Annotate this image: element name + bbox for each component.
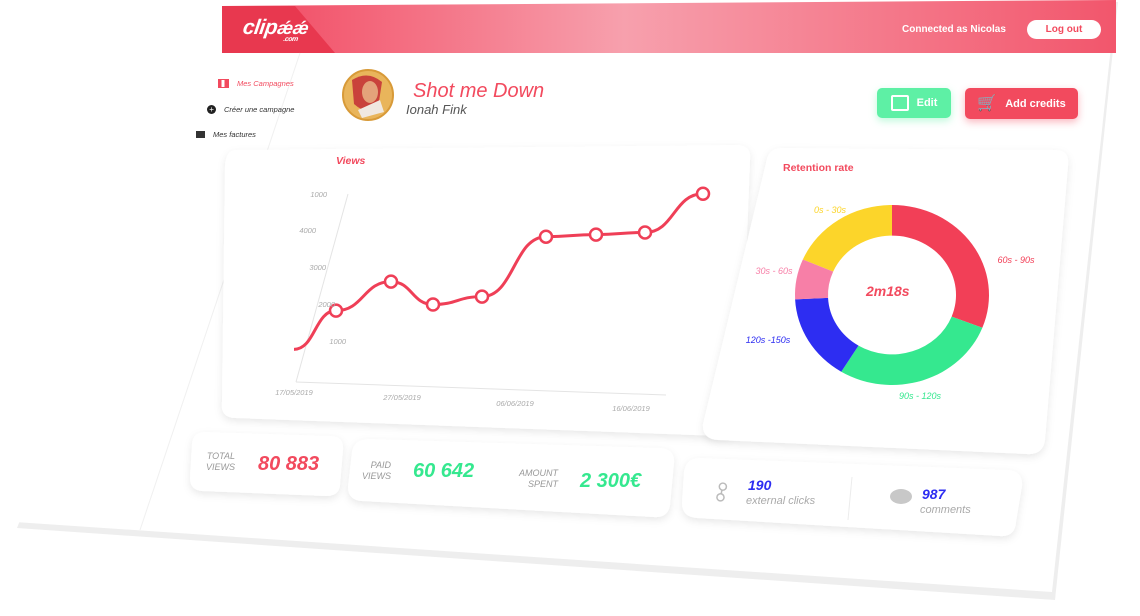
sidebar-item-factures[interactable]: Mes factures	[196, 130, 256, 139]
total-views-label: TOTAL VIEWS	[206, 451, 236, 472]
views-data-point[interactable]	[538, 229, 554, 244]
cart-icon: 🛒	[977, 94, 998, 112]
retention-slice-label: 0s - 30s	[814, 205, 847, 215]
campaign-artist: Ionah Fink	[406, 102, 467, 117]
sidebar-item-label: Créer une campagne	[224, 105, 295, 114]
retention-slice-label: 120s -150s	[746, 335, 791, 345]
sidebar-item-creer[interactable]: + Créer une campagne	[207, 105, 294, 114]
comment-icon	[890, 489, 912, 504]
comments-label: comments	[920, 504, 971, 516]
views-x-tick: 06/06/2019	[496, 399, 534, 408]
views-data-point[interactable]	[425, 297, 441, 312]
sidebar-item-campagnes[interactable]: Mes Campagnes	[218, 79, 294, 88]
external-clicks-label: external clicks	[746, 495, 816, 507]
paid-views-value: 60 642	[413, 460, 475, 482]
views-data-point[interactable]	[588, 227, 604, 242]
retention-slice-label: 90s - 120s	[899, 391, 942, 401]
avatar	[342, 69, 394, 121]
views-y-tick: 1000	[329, 337, 347, 346]
edit-button[interactable]: Edit	[877, 88, 951, 118]
paid-views-label: PAID VIEWS	[362, 460, 392, 481]
invoice-icon	[196, 131, 205, 138]
views-data-point[interactable]	[474, 289, 490, 304]
retention-slice-label: 30s - 60s	[755, 266, 793, 276]
connected-as-label: Connected as Nicolas	[902, 24, 1006, 35]
views-y-tick: 2000	[317, 300, 336, 309]
views-data-point[interactable]	[637, 225, 653, 240]
app-screen: 1000 2000 3000 4000 1000 17/05/2019 27/05/2019…	[0, 0, 1140, 616]
clip-logo[interactable]: clipǽǽ .com	[241, 16, 310, 43]
add-credits-button[interactable]: 🛒 Add credits	[965, 88, 1078, 119]
edit-button-label: Edit	[916, 97, 938, 109]
amount-spent-label: AMOUNT SPENT	[519, 468, 558, 489]
views-card-title: Views	[336, 155, 366, 167]
comments-value: 987	[922, 486, 946, 502]
retention-card-title: Retention rate	[783, 162, 854, 174]
logout-button[interactable]: Log out	[1027, 20, 1101, 39]
views-y-tick: 4000	[299, 226, 317, 235]
total-views-value: 80 883	[258, 453, 320, 475]
plus-circle-icon: +	[207, 105, 216, 114]
views-data-point[interactable]	[383, 274, 399, 289]
views-y-tick: 1000	[310, 190, 328, 199]
views-y-tick: 3000	[309, 263, 327, 272]
sidebar-item-label: Mes Campagnes	[237, 79, 294, 88]
views-x-tick: 17/05/2019	[275, 388, 313, 397]
campaign-title: Shot me Down	[413, 80, 545, 102]
retention-slice-label: 60s - 90s	[997, 255, 1035, 265]
amount-spent-value: 2 300€	[580, 470, 642, 492]
external-clicks-value: 190	[748, 477, 772, 493]
retention-center-value: 2m18s	[866, 283, 910, 299]
views-data-point[interactable]	[695, 186, 711, 201]
edit-icon	[890, 95, 909, 111]
add-credits-label: Add credits	[1005, 97, 1066, 110]
sidebar-item-label: Mes factures	[213, 130, 256, 139]
views-x-tick: 16/06/2019	[612, 404, 650, 413]
campaign-icon	[218, 79, 229, 88]
views-x-tick: 27/05/2019	[382, 393, 421, 402]
